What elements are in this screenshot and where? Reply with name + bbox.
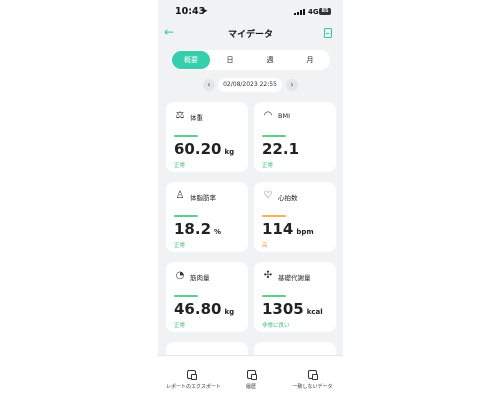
prev-date-button[interactable]: ‹: [203, 79, 215, 91]
mismatch-data-icon: [308, 370, 318, 380]
metric-value: 1305 kcal: [262, 300, 323, 318]
metric-label: 体重: [190, 114, 203, 122]
metric-card-body-fat[interactable]: ♙ 体脂肪率 18.2% 正常: [166, 182, 248, 252]
status-time: 10:43: [175, 6, 206, 17]
history-button[interactable]: 履歴: [236, 370, 266, 390]
metric-unit: kg: [224, 308, 235, 316]
date-navigator: ‹ 02/08/2023 22:55 ›: [158, 78, 343, 92]
status-bar-line: [262, 215, 286, 217]
period-tabs: 概要 日 週 月: [170, 50, 330, 70]
status-bar-line: [174, 295, 198, 297]
battery-icon: 85: [319, 8, 331, 15]
metric-value: 46.80 kg: [174, 300, 235, 318]
next-date-button[interactable]: ›: [286, 79, 298, 91]
export-icon: [186, 370, 197, 380]
export-report-label: レポートのエクスポート: [166, 384, 221, 390]
mismatch-data-button[interactable]: 一致しないデータ: [290, 370, 335, 390]
status-bar-line: [174, 215, 198, 217]
bottom-action-bar: レポートのエクスポート 履歴 一致しないデータ: [158, 355, 343, 400]
metric-label: BMI: [278, 112, 290, 120]
status-bar: 10:43 ➤ 4G 85: [158, 0, 343, 24]
network-type: 4G: [308, 8, 319, 16]
metric-status: 高: [262, 243, 268, 249]
muscle-icon: ◔: [175, 270, 185, 281]
tab-month[interactable]: 月: [290, 50, 330, 70]
mismatch-data-label: 一致しないデータ: [292, 384, 333, 390]
body-fat-icon: ♙: [175, 190, 185, 201]
signal-icon: [294, 9, 306, 15]
tab-week[interactable]: 週: [250, 50, 290, 70]
metric-status: 正常: [174, 243, 186, 249]
phone-screen: 10:43 ➤ 4G 85 ← マイデータ 概要 日 週 月 ‹ 02/08/2…: [158, 0, 343, 400]
metric-label: 基礎代謝量: [278, 274, 311, 282]
metric-card-basal-metabolism[interactable]: ✣ 基礎代謝量 1305 kcal 非常に良い: [254, 262, 336, 332]
metric-unit: kg: [224, 148, 235, 156]
metric-label: 心拍数: [278, 194, 298, 202]
metric-unit: %: [214, 228, 222, 236]
metric-card-bmi[interactable]: ◠ BMI 22.1 正常: [254, 102, 336, 172]
metric-status: 非常に良い: [262, 323, 290, 329]
status-bar-line: [262, 295, 286, 297]
page-title: マイデータ: [227, 30, 273, 40]
history-label: 履歴: [245, 384, 256, 390]
status-bar-line: [262, 135, 286, 137]
metric-label: 体脂肪率: [190, 194, 216, 202]
heartbeat-icon: ♡: [263, 190, 273, 201]
metric-status: 正常: [174, 323, 186, 329]
metric-label: 筋肉量: [190, 274, 210, 282]
history-icon: [246, 370, 257, 380]
document-icon[interactable]: [324, 28, 332, 38]
metric-card-weight[interactable]: ⚖ 体重 60.20 kg 正常: [166, 102, 248, 172]
metric-value: 22.1: [262, 140, 300, 158]
metric-status: 正常: [262, 163, 274, 169]
export-report-button[interactable]: レポートのエクスポート: [166, 370, 221, 390]
metric-value: 60.20 kg: [174, 140, 235, 158]
status-bar-line: [174, 135, 198, 137]
location-arrow-icon: ➤: [202, 7, 208, 15]
metric-value: 18.2%: [174, 220, 222, 238]
measurement-date: 02/08/2023 22:55: [218, 78, 282, 92]
nav-header: ← マイデータ: [158, 24, 343, 44]
metric-card-muscle-mass[interactable]: ◔ 筋肉量 46.80 kg 正常: [166, 262, 248, 332]
gauge-icon: ◠: [263, 110, 273, 121]
metric-status: 正常: [174, 163, 186, 169]
metric-value: 114 bpm: [262, 220, 314, 238]
scale-icon: ⚖: [175, 110, 185, 121]
tab-overview[interactable]: 概要: [172, 51, 210, 69]
metabolism-icon: ✣: [263, 270, 273, 281]
metric-unit: bpm: [296, 228, 314, 236]
tab-day[interactable]: 日: [210, 50, 250, 70]
metric-card-heart-rate[interactable]: ♡ 心拍数 114 bpm 高: [254, 182, 336, 252]
metric-unit: kcal: [306, 308, 323, 316]
